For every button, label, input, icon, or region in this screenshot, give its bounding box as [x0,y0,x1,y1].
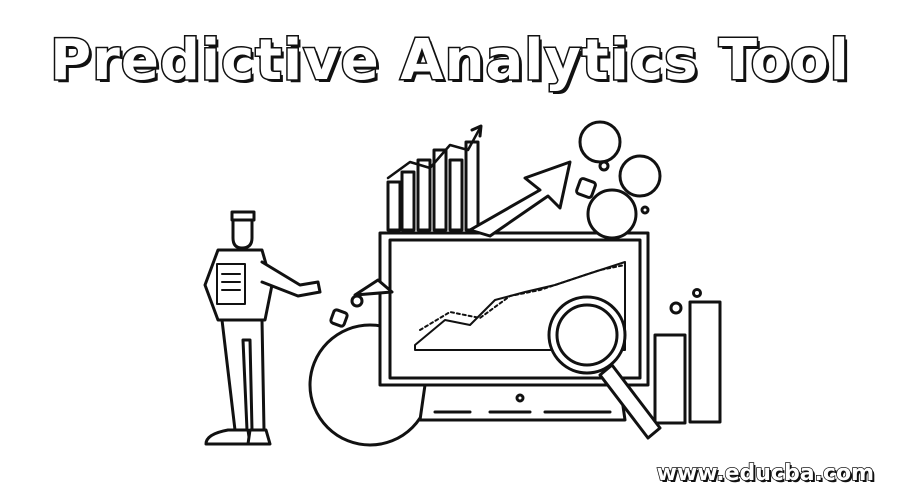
growth-arrow-icon [468,160,572,238]
analytics-illustration [203,120,722,447]
watermark-text: www.educba.com [656,460,875,487]
side-bars-graphic [653,288,722,425]
bubbles-graphic [575,120,662,240]
presenter-figure [203,210,322,446]
rising-bar-chart [386,124,483,232]
